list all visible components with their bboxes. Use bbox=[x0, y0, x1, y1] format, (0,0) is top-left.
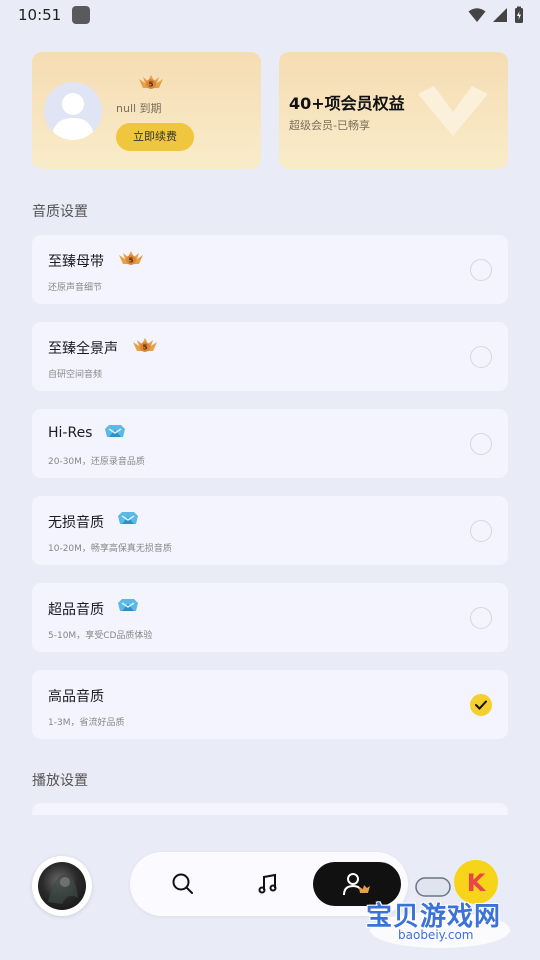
option-title: 至臻母带 bbox=[48, 254, 104, 270]
audio-quality-option[interactable]: Hi-Res 20-30M，还原录音品质 bbox=[32, 409, 508, 478]
option-description: 20-30M，还原录音品质 bbox=[48, 457, 145, 467]
wifi-icon bbox=[468, 8, 486, 22]
option-title: 高品音质 bbox=[48, 689, 104, 705]
option-description: 1-3M，省流好品质 bbox=[48, 718, 125, 728]
benefits-title: 40+项会员权益 bbox=[289, 94, 405, 113]
radio-unchecked[interactable] bbox=[470, 259, 492, 281]
blue-diamond-badge-icon bbox=[118, 512, 138, 524]
benefits-subtitle: 超级会员-已畅享 bbox=[289, 119, 370, 132]
audio-quality-option[interactable]: 至臻全景声 5 自研空间音频 bbox=[32, 322, 508, 391]
option-description: 还原声音细节 bbox=[48, 283, 103, 293]
svg-text:5: 5 bbox=[143, 344, 148, 352]
blue-diamond-badge-icon bbox=[105, 425, 125, 437]
now-playing-cover[interactable] bbox=[32, 856, 92, 916]
radio-checked[interactable] bbox=[470, 694, 492, 716]
search-icon bbox=[172, 873, 193, 894]
playback-card-partial[interactable] bbox=[32, 803, 508, 815]
default-avatar-icon bbox=[52, 93, 94, 140]
signal-icon bbox=[493, 8, 507, 22]
option-title: 无损音质 bbox=[48, 515, 104, 531]
watermark: K 宝贝游戏网 baobeiy.com bbox=[360, 858, 535, 954]
option-title: Hi-Res bbox=[48, 425, 93, 441]
checkmark-icon bbox=[475, 700, 487, 710]
option-description: 5-10M，享受CD品质体验 bbox=[48, 631, 153, 641]
svg-text:K: K bbox=[467, 869, 487, 897]
option-description: 10-20M，畅享高保真无损音质 bbox=[48, 544, 172, 554]
membership-expire-text: null 到期 bbox=[116, 102, 162, 115]
tab-music[interactable] bbox=[235, 852, 301, 916]
status-time: 10:51 bbox=[18, 6, 62, 24]
app-notification-icon bbox=[72, 6, 90, 24]
music-note-icon bbox=[258, 873, 277, 894]
blue-diamond-badge-icon bbox=[118, 599, 138, 611]
crown-5-badge-icon: 5 bbox=[119, 251, 143, 265]
status-indicators bbox=[468, 6, 524, 24]
audio-quality-option[interactable]: 超品音质 5-10M，享受CD品质体验 bbox=[32, 583, 508, 652]
option-description: 自研空间音频 bbox=[48, 370, 103, 380]
user-avatar[interactable] bbox=[44, 82, 102, 140]
album-cover-image bbox=[38, 862, 86, 910]
audio-quality-option[interactable]: 无损音质 10-20M，畅享高保真无损音质 bbox=[32, 496, 508, 565]
radio-unchecked[interactable] bbox=[470, 346, 492, 368]
option-title: 超品音质 bbox=[48, 602, 104, 618]
audio-quality-section-title: 音质设置 bbox=[32, 204, 88, 220]
renew-button[interactable]: 立即续费 bbox=[116, 123, 194, 151]
tab-search[interactable] bbox=[150, 852, 216, 916]
radio-unchecked[interactable] bbox=[470, 433, 492, 455]
playback-section-title: 播放设置 bbox=[32, 773, 88, 789]
member-benefits-card[interactable]: 40+项会员权益 超级会员-已畅享 bbox=[279, 52, 508, 169]
option-title: 至臻全景声 bbox=[48, 341, 118, 357]
svg-text:5: 5 bbox=[129, 257, 134, 265]
audio-quality-option[interactable]: 高品音质 1-3M，省流好品质 bbox=[32, 670, 508, 739]
audio-quality-option[interactable]: 至臻母带 5 还原声音细节 bbox=[32, 235, 508, 304]
benefit-check-decoration-icon bbox=[418, 86, 488, 136]
member-status-card[interactable]: 5 null 到期 立即续费 bbox=[32, 52, 261, 169]
crown-5-badge-icon: 5 bbox=[133, 338, 157, 352]
watermark-domain: baobeiy.com bbox=[398, 928, 474, 942]
radio-unchecked[interactable] bbox=[470, 520, 492, 542]
crown-level-text: 5 bbox=[149, 81, 154, 89]
battery-icon bbox=[515, 6, 523, 23]
status-bar: 10:51 bbox=[0, 0, 540, 32]
radio-unchecked[interactable] bbox=[470, 607, 492, 629]
crown-5-badge-icon: 5 bbox=[139, 75, 163, 89]
